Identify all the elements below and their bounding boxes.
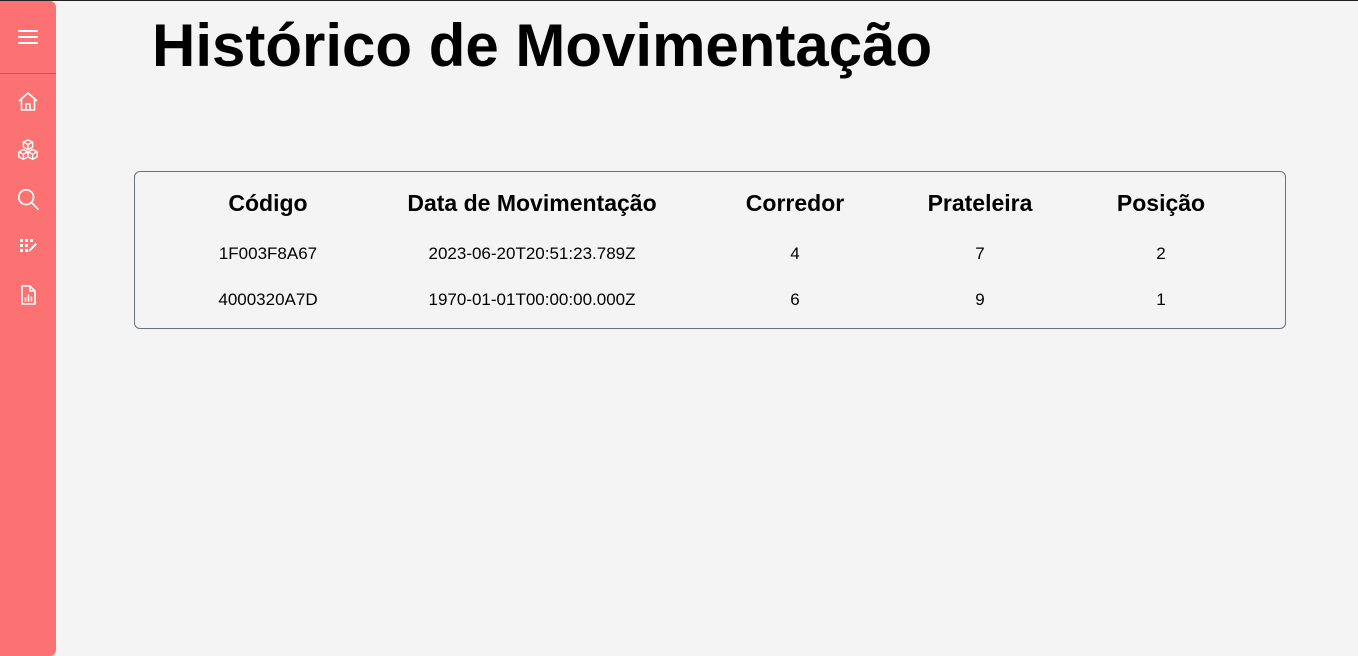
sidebar-item-home[interactable] xyxy=(16,90,40,114)
table-cell-corredor: 4 xyxy=(790,244,800,263)
table-cell-corredor: 6 xyxy=(790,290,800,309)
table-cell-prateleira: 7 xyxy=(975,244,985,263)
table-cell-prateleira: 9 xyxy=(975,290,985,309)
column-header-prateleira: Prateleira xyxy=(927,190,1033,216)
table-cell-codigo: 1F003F8A67 xyxy=(218,244,318,263)
sidebar-item-reports[interactable] xyxy=(16,283,40,307)
scan-edit-icon xyxy=(20,239,37,252)
table-cell-data: 1970-01-01T00:00:00.000Z xyxy=(428,290,636,309)
table-cell-data: 2023-06-20T20:51:23.789Z xyxy=(428,244,636,263)
sidebar xyxy=(0,1,56,656)
column-header-data: Data de Movimentação xyxy=(407,190,657,216)
movement-history-table: Código Data de Movimentação Corredor Pra… xyxy=(134,171,1286,329)
menu-button[interactable] xyxy=(0,1,56,73)
sidebar-divider xyxy=(0,73,56,74)
sidebar-item-scan[interactable] xyxy=(16,235,40,259)
table-cell-posicao: 2 xyxy=(1156,244,1166,263)
top-border xyxy=(0,0,1358,1)
menu-icon xyxy=(18,30,38,44)
table-cell-codigo: 4000320A7D xyxy=(218,290,318,309)
search-icon xyxy=(17,188,39,210)
report-icon xyxy=(21,285,36,305)
sidebar-item-search[interactable] xyxy=(16,187,40,211)
column-header-posicao: Posição xyxy=(1116,190,1206,216)
home-icon xyxy=(18,92,38,111)
column-header-corredor: Corredor xyxy=(745,190,845,216)
boxes-icon xyxy=(18,139,38,160)
page-title: Histórico de Movimentação xyxy=(152,12,933,79)
sidebar-item-inventory[interactable] xyxy=(16,138,40,162)
table-cell-posicao: 1 xyxy=(1156,290,1166,309)
column-header-codigo: Código xyxy=(228,190,308,216)
